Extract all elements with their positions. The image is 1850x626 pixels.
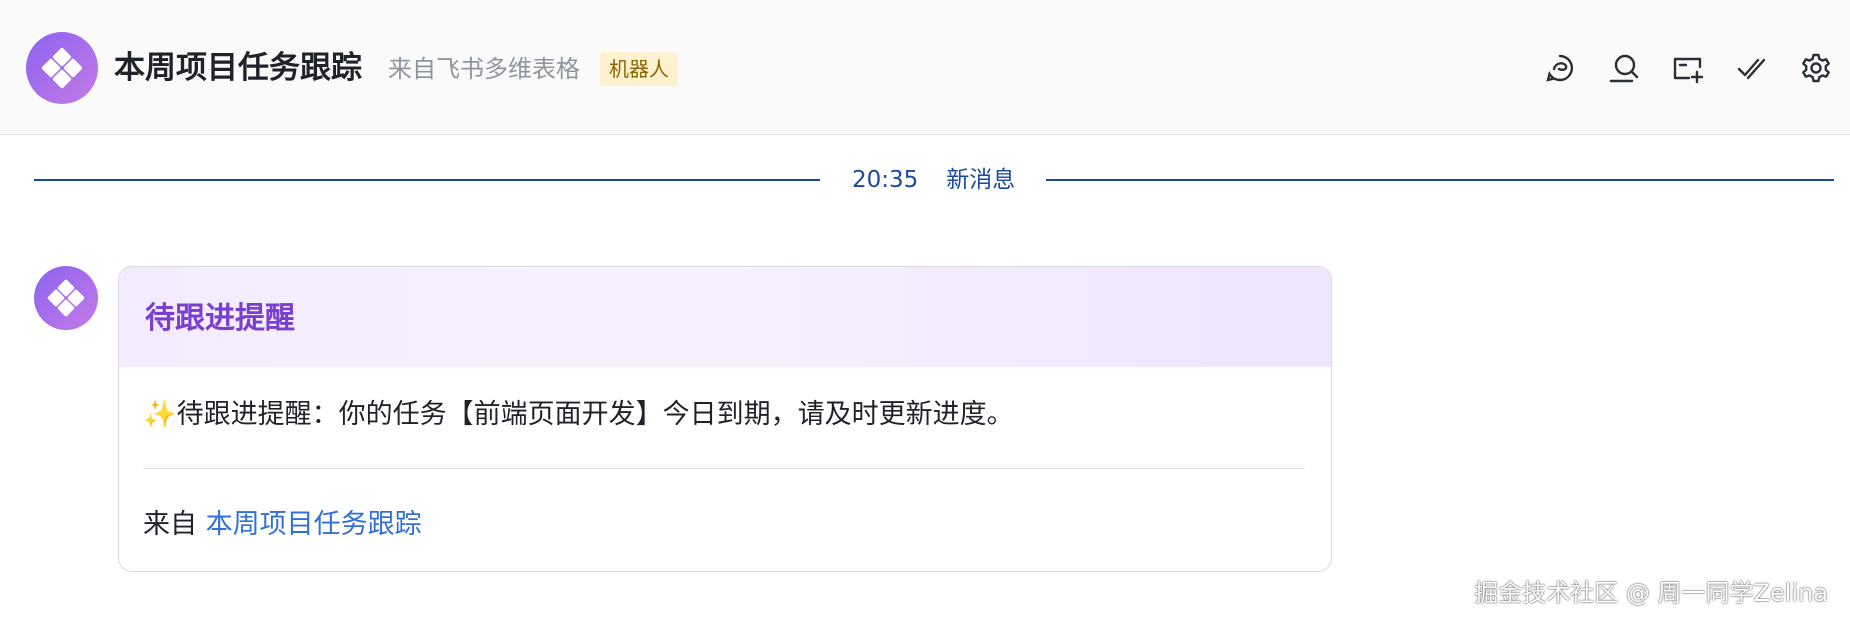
- chat-header: 本周项目任务跟踪 来自飞书多维表格 机器人: [0, 0, 1850, 135]
- base-app-logo-icon: [47, 279, 85, 317]
- chat-avatar[interactable]: [26, 32, 98, 104]
- card-header: 待跟进提醒: [119, 267, 1331, 367]
- settings-gear-icon[interactable]: [1796, 48, 1836, 88]
- card-body: ✨待跟进提醒：你的任务【前端页面开发】今日到期，请及时更新进度。: [143, 397, 1014, 433]
- divider-time: 20:35: [852, 167, 919, 193]
- card-source-link[interactable]: 本周项目任务跟踪: [206, 509, 422, 540]
- divider-label: 新消息: [946, 167, 1016, 193]
- add-tab-icon[interactable]: [1668, 48, 1708, 88]
- card-footer-prefix: 来自: [143, 509, 197, 540]
- card-title: 待跟进提醒: [145, 301, 295, 336]
- bot-badge: 机器人: [600, 52, 678, 86]
- message-history-icon[interactable]: [1540, 48, 1580, 88]
- new-messages-divider-right: [1046, 179, 1834, 181]
- chat-title[interactable]: 本周项目任务跟踪: [114, 48, 362, 88]
- search-chat-icon[interactable]: [1604, 48, 1644, 88]
- card-divider: [143, 468, 1305, 469]
- checkmark-done-icon[interactable]: [1732, 48, 1772, 88]
- new-messages-divider-label: 20:35 新消息: [852, 165, 1015, 195]
- watermark: 掘金技术社区 @ 周一同学Zelina: [1474, 579, 1828, 607]
- message-card: 待跟进提醒 ✨待跟进提醒：你的任务【前端页面开发】今日到期，请及时更新进度。 来…: [118, 266, 1332, 572]
- card-body-text: 待跟进提醒：你的任务【前端页面开发】今日到期，请及时更新进度。: [176, 399, 1014, 430]
- base-app-logo-icon: [41, 47, 83, 89]
- chat-source-label: 来自飞书多维表格: [388, 55, 580, 83]
- sender-avatar[interactable]: [34, 266, 98, 330]
- new-messages-divider-left: [34, 179, 820, 181]
- sparkles-icon: ✨: [143, 399, 177, 430]
- card-footer: 来自 本周项目任务跟踪: [143, 507, 422, 543]
